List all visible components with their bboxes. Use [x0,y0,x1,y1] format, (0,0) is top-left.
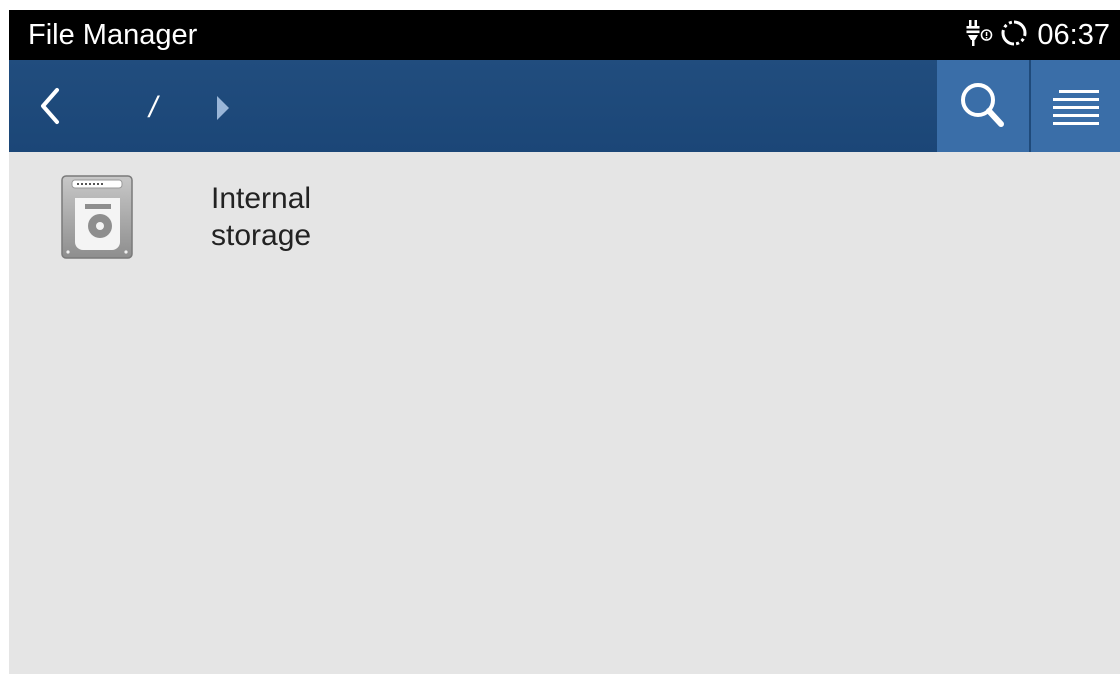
menu-button[interactable] [1031,60,1120,152]
clock: 06:37 [1037,19,1110,51]
status-icons: 06:37 [963,18,1110,52]
usb-debug-icon [963,18,993,53]
file-manager-screen: File Manager 06:37 / Internal storage [9,10,1120,674]
chevron-left-icon [41,88,59,124]
status-bar: File Manager 06:37 [9,10,1120,60]
sync-icon [999,18,1029,53]
hard-drive-icon [60,174,134,260]
list-menu-icon [1053,90,1099,125]
path-breadcrumb[interactable]: / [149,92,157,124]
search-icon [961,83,1004,127]
file-item-internal-storage[interactable]: Internal storage [9,152,429,272]
search-button[interactable] [937,60,1029,152]
app-title: File Manager [28,19,198,51]
triangle-right-icon [215,94,231,122]
toolbar: / [9,60,1120,152]
back-button[interactable] [31,80,77,132]
file-label: Internal storage [211,182,312,252]
file-list: Internal storage [9,152,1120,674]
